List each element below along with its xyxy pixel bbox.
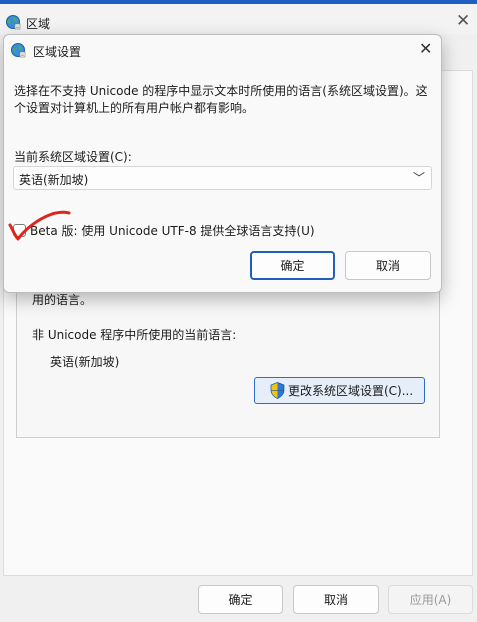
- globe-icon: [6, 15, 21, 30]
- nonunicode-value: 英语(新加坡): [50, 355, 120, 369]
- dialog-close-icon[interactable]: ✕: [419, 41, 432, 57]
- chevron-down-icon: ﹀: [413, 171, 426, 185]
- parent-window-title: 区域: [26, 17, 51, 31]
- utf8-beta-label[interactable]: Beta 版: 使用 Unicode UTF-8 提供全球语言支持(U): [30, 222, 315, 239]
- current-locale-label: 当前系统区域设置(C):: [14, 150, 132, 164]
- parent-ok-button[interactable]: 确定: [198, 585, 283, 614]
- uac-shield-icon: [270, 382, 285, 399]
- parent-titlebar: 区域 ✕: [0, 4, 477, 34]
- dialog-titlebar: 区域设置 ✕: [4, 35, 441, 66]
- dialog-title: 区域设置: [33, 45, 82, 59]
- dialog-description: 选择在不支持 Unicode 的程序中显示文本时所使用的语言(系统区域设置)。这…: [14, 84, 428, 115]
- system-locale-select[interactable]: 英语(新加坡) ﹀: [13, 166, 432, 190]
- parent-apply-button[interactable]: 应用(A): [388, 585, 473, 614]
- region-settings-dialog: 区域设置 ✕ 选择在不支持 Unicode 的程序中显示文本时所使用的语言(系统…: [3, 34, 442, 293]
- dialog-cancel-button[interactable]: 取消: [345, 251, 431, 280]
- globe-icon: [11, 43, 26, 58]
- change-system-locale-button[interactable]: 更改系统区域设置(C)...: [254, 377, 425, 404]
- system-locale-value: 英语(新加坡): [19, 173, 89, 187]
- change-system-locale-label: 更改系统区域设置(C)...: [288, 384, 414, 398]
- nonunicode-label: 非 Unicode 程序中所使用的当前语言:: [32, 328, 237, 342]
- red-checkmark-annotation: [8, 210, 71, 241]
- dialog-ok-button[interactable]: 确定: [250, 251, 335, 280]
- language-description: 用的语言。: [32, 293, 93, 307]
- parent-cancel-button[interactable]: 取消: [293, 585, 379, 614]
- parent-close-icon[interactable]: ✕: [456, 13, 470, 30]
